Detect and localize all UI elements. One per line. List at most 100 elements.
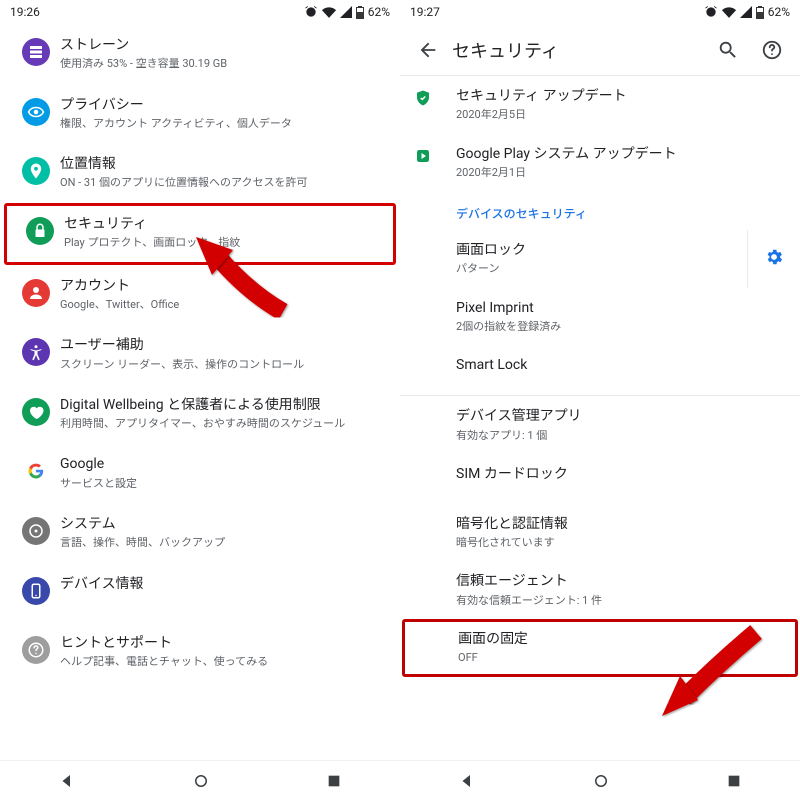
battery-icon	[756, 6, 764, 19]
battery-pct: 62%	[768, 5, 790, 19]
status-bar: 19:27 62%	[400, 0, 800, 24]
page-title: セキュリティ	[448, 37, 708, 63]
security-item[interactable]: 暗号化と認証情報 暗号化されています	[400, 504, 800, 562]
storage-icon	[22, 38, 50, 66]
nav-back-icon[interactable]	[458, 772, 476, 790]
status-bar: 19:26 62%	[0, 0, 400, 24]
item-subtitle: Play プロテクト、画面ロック、指紋	[64, 235, 380, 250]
a11y-icon	[22, 338, 50, 366]
update-item[interactable]: Google Play システム アップデート 2020年2月1日	[400, 134, 800, 192]
item-subtitle: パターン	[456, 261, 784, 276]
item-title: プライバシー	[60, 96, 384, 114]
item-subtitle: 利用時間、アプリタイマー、おやすみ時間のスケジュール	[60, 416, 384, 431]
security-pane-right: 19:27 62% セキュリティ セキュリティ アップデート 2020年2月5日…	[400, 0, 800, 800]
security-item[interactable]: SIM カードロック	[400, 454, 800, 504]
settings-item-google[interactable]: Google サービスと設定	[0, 443, 400, 503]
status-right: 62%	[304, 5, 390, 19]
item-title: Google	[60, 455, 384, 473]
google-icon	[22, 457, 50, 485]
settings-item-privacy[interactable]: プライバシー 権限、アカウント アクティビティ、個人データ	[0, 84, 400, 144]
item-subtitle: 言語、操作、時間、バックアップ	[60, 535, 384, 550]
nav-home-icon[interactable]	[192, 772, 210, 790]
status-right: 62%	[704, 5, 790, 19]
item-title: 画面の固定	[458, 630, 782, 648]
settings-item-wellbeing[interactable]: Digital Wellbeing と保護者による使用制限 利用時間、アプリタイ…	[0, 384, 400, 444]
nav-back-icon[interactable]	[58, 772, 76, 790]
item-subtitle: Google、Twitter、Office	[60, 297, 384, 312]
help-icon	[761, 39, 783, 61]
item-title: Digital Wellbeing と保護者による使用制限	[60, 396, 384, 414]
item-title: 画面ロック	[456, 241, 784, 259]
item-title: デバイス情報	[60, 575, 384, 593]
security-item[interactable]: デバイス管理アプリ 有効なアプリ: 1 個	[400, 396, 800, 454]
settings-item-device[interactable]: デバイス情報 ​	[0, 563, 400, 623]
security-item[interactable]: 画面の固定 OFF	[405, 622, 795, 674]
tip-icon	[22, 636, 50, 664]
item-title: 位置情報	[60, 155, 384, 173]
settings-item-system[interactable]: システム 言語、操作、時間、バックアップ	[0, 503, 400, 563]
battery-pct: 62%	[368, 5, 390, 19]
item-title: デバイス管理アプリ	[456, 407, 784, 425]
system-icon	[22, 517, 50, 545]
settings-item-location[interactable]: 位置情報 ON - 31 個のアプリに位置情報へのアクセスを許可	[0, 143, 400, 203]
search-icon	[717, 39, 739, 61]
signal-icon	[340, 6, 352, 18]
item-title: システム	[60, 515, 384, 533]
item-title: ユーザー補助	[60, 336, 384, 354]
item-subtitle: 使用済み 53% - 空き容量 30.19 GB	[60, 56, 384, 71]
signal-icon	[740, 6, 752, 18]
settings-item-account[interactable]: アカウント Google、Twitter、Office	[0, 265, 400, 325]
settings-item-security[interactable]: セキュリティ Play プロテクト、画面ロック、指紋	[7, 206, 393, 262]
item-title: Pixel Imprint	[456, 299, 784, 317]
wifi-icon	[722, 5, 736, 19]
app-bar: セキュリティ	[400, 24, 800, 76]
search-button[interactable]	[708, 30, 748, 70]
wifi-icon	[322, 5, 336, 19]
settings-pane-left: 19:26 62% ストレーン 使用済み 53% - 空き容量 30.19 GB…	[0, 0, 400, 800]
back-button[interactable]	[408, 39, 448, 61]
security-item[interactable]: 信頼エージェント 有効な信頼エージェント: 1 件	[400, 561, 800, 619]
item-title: ヒントとサポート	[60, 634, 384, 652]
item-subtitle: 2個の指紋を登録済み	[456, 319, 784, 334]
item-subtitle: サービスと設定	[60, 476, 384, 491]
device-icon	[22, 577, 50, 605]
gear-icon[interactable]	[764, 247, 784, 271]
nav-recent-icon[interactable]	[326, 773, 342, 789]
nav-recent-icon[interactable]	[726, 773, 742, 789]
item-title: 暗号化と認証情報	[456, 515, 784, 533]
security-item[interactable]: Pixel Imprint 2個の指紋を登録済み	[400, 288, 800, 346]
settings-list: ストレーン 使用済み 53% - 空き容量 30.19 GB プライバシー 権限…	[0, 24, 400, 722]
nav-bar	[0, 760, 400, 800]
status-time: 19:27	[410, 5, 440, 19]
settings-item-tip[interactable]: ヒントとサポート ヘルプ記事、電話とチャット、使ってみる	[0, 622, 400, 682]
item-title: Google Play システム アップデート	[456, 145, 784, 163]
item-subtitle: ヘルプ記事、電話とチャット、使ってみる	[60, 654, 384, 669]
help-button[interactable]	[752, 30, 792, 70]
security-item[interactable]: 画面ロック パターン	[400, 230, 800, 288]
security-item[interactable]: Smart Lock	[400, 345, 800, 395]
shield-icon	[414, 89, 432, 111]
item-subtitle: OFF	[458, 650, 782, 665]
item-title: SIM カードロック	[456, 465, 784, 483]
status-time: 19:26	[10, 5, 40, 19]
security-icon	[26, 217, 54, 245]
item-subtitle: 2020年2月1日	[456, 165, 784, 180]
item-title: Smart Lock	[456, 356, 784, 374]
item-title: セキュリティ アップデート	[456, 87, 784, 105]
item-subtitle: 有効なアプリ: 1 個	[456, 428, 784, 443]
item-title: アカウント	[60, 277, 384, 295]
battery-icon	[356, 6, 364, 19]
item-subtitle: 権限、アカウント アクティビティ、個人データ	[60, 116, 384, 131]
nav-home-icon[interactable]	[592, 772, 610, 790]
section-header: デバイスのセキュリティ	[400, 191, 800, 230]
account-icon	[22, 279, 50, 307]
item-subtitle: 有効な信頼エージェント: 1 件	[456, 593, 784, 608]
alarm-icon	[704, 5, 718, 19]
item-subtitle: 2020年2月5日	[456, 107, 784, 122]
play-icon	[414, 147, 432, 169]
item-subtitle: ON - 31 個のアプリに位置情報へのアクセスを許可	[60, 175, 384, 190]
update-item[interactable]: セキュリティ アップデート 2020年2月5日	[400, 76, 800, 134]
settings-item-a11y[interactable]: ユーザー補助 スクリーン リーダー、表示、操作のコントロール	[0, 324, 400, 384]
wellbeing-icon	[22, 398, 50, 426]
settings-item-storage[interactable]: ストレーン 使用済み 53% - 空き容量 30.19 GB	[0, 24, 400, 84]
